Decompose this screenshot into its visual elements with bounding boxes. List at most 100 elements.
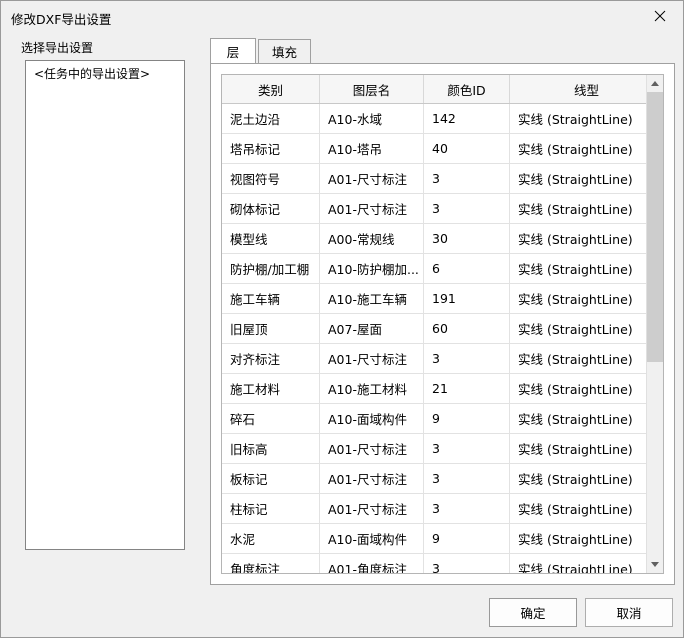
table-vertical-scrollbar[interactable]: [646, 75, 663, 573]
layer-mapping-grid: 类别 图层名 颜色ID 线型 泥土边沿 A10-水域 142 实线 (Straight…: [221, 74, 664, 574]
column-header-category[interactable]: 类别: [222, 75, 320, 104]
cell-line-type[interactable]: 实线 (StraightLine): [509, 163, 663, 194]
cell-line-type[interactable]: 实线 (StraightLine): [509, 523, 663, 554]
table-header-row: 类别 图层名 颜色ID 线型: [222, 75, 663, 104]
table-row[interactable]: 砌体标记 A01-尺寸标注 3 实线 (StraightLine): [222, 193, 663, 224]
cell-layer-name[interactable]: A01-尺寸标注: [319, 493, 424, 524]
table-row[interactable]: 柱标记 A01-尺寸标注 3 实线 (StraightLine): [222, 493, 663, 524]
cell-color-id[interactable]: 9: [423, 523, 510, 554]
table-row[interactable]: 水泥 A10-面域构件 9 实线 (StraightLine): [222, 523, 663, 554]
table-row[interactable]: 模型线 A00-常规线 30 实线 (StraightLine): [222, 223, 663, 254]
cell-color-id[interactable]: 3: [423, 343, 510, 374]
column-header-layer-name[interactable]: 图层名: [319, 75, 424, 104]
cell-category[interactable]: 旧屋顶: [222, 313, 320, 344]
cell-line-type[interactable]: 实线 (StraightLine): [509, 433, 663, 464]
cell-color-id[interactable]: 3: [423, 163, 510, 194]
export-settings-listbox[interactable]: <任务中的导出设置>: [25, 60, 185, 550]
cell-line-type[interactable]: 实线 (StraightLine): [509, 283, 663, 314]
cell-category[interactable]: 施工材料: [222, 373, 320, 404]
cell-color-id[interactable]: 3: [423, 193, 510, 224]
cell-line-type[interactable]: 实线 (StraightLine): [509, 463, 663, 494]
scroll-down-button[interactable]: [647, 556, 663, 573]
list-item[interactable]: <任务中的导出设置>: [26, 61, 184, 82]
table-row[interactable]: 防护棚/加工棚 A10-防护棚加... 6 实线 (StraightLine): [222, 253, 663, 284]
close-button[interactable]: [637, 1, 683, 31]
cell-category[interactable]: 泥土边沿: [222, 103, 320, 134]
table-row[interactable]: 碎石 A10-面域构件 9 实线 (StraightLine): [222, 403, 663, 434]
cell-layer-name[interactable]: A01-尺寸标注: [319, 343, 424, 374]
cell-layer-name[interactable]: A10-防护棚加...: [319, 253, 424, 284]
table-row[interactable]: 旧屋顶 A07-屋面 60 实线 (StraightLine): [222, 313, 663, 344]
cell-layer-name[interactable]: A10-塔吊: [319, 133, 424, 164]
cell-category[interactable]: 视图符号: [222, 163, 320, 194]
cell-line-type[interactable]: 实线 (StraightLine): [509, 223, 663, 254]
cell-layer-name[interactable]: A01-尺寸标注: [319, 193, 424, 224]
column-header-line-type[interactable]: 线型: [509, 75, 663, 104]
scrollbar-thumb[interactable]: [647, 92, 663, 362]
cell-category[interactable]: 柱标记: [222, 493, 320, 524]
cell-line-type[interactable]: 实线 (StraightLine): [509, 133, 663, 164]
cell-layer-name[interactable]: A01-尺寸标注: [319, 463, 424, 494]
cell-color-id[interactable]: 142: [423, 103, 510, 134]
scroll-up-button[interactable]: [647, 75, 663, 92]
tab-patterns[interactable]: 填充: [258, 39, 312, 64]
cell-category[interactable]: 旧标高: [222, 433, 320, 464]
cell-layer-name[interactable]: A10-施工材料: [319, 373, 424, 404]
cell-category[interactable]: 塔吊标记: [222, 133, 320, 164]
export-settings-group-frame: <任务中的导出设置>: [13, 48, 199, 581]
table-row[interactable]: 视图符号 A01-尺寸标注 3 实线 (StraightLine): [222, 163, 663, 194]
cell-layer-name[interactable]: A07-屋面: [319, 313, 424, 344]
cell-color-id[interactable]: 9: [423, 403, 510, 434]
column-header-color-id[interactable]: 颜色ID: [423, 75, 510, 104]
cell-color-id[interactable]: 6: [423, 253, 510, 284]
cell-color-id[interactable]: 3: [423, 553, 510, 573]
cell-line-type[interactable]: 实线 (StraightLine): [509, 343, 663, 374]
cell-line-type[interactable]: 实线 (StraightLine): [509, 553, 663, 573]
cell-color-id[interactable]: 30: [423, 223, 510, 254]
cell-line-type[interactable]: 实线 (StraightLine): [509, 493, 663, 524]
cell-layer-name[interactable]: A00-常规线: [319, 223, 424, 254]
cell-category[interactable]: 对齐标注: [222, 343, 320, 374]
cell-layer-name[interactable]: A10-施工车辆: [319, 283, 424, 314]
cell-color-id[interactable]: 191: [423, 283, 510, 314]
cell-category[interactable]: 模型线: [222, 223, 320, 254]
cell-line-type[interactable]: 实线 (StraightLine): [509, 103, 663, 134]
cell-line-type[interactable]: 实线 (StraightLine): [509, 253, 663, 284]
cancel-button[interactable]: 取消: [585, 598, 673, 627]
cell-layer-name[interactable]: A01-尺寸标注: [319, 163, 424, 194]
cell-category[interactable]: 水泥: [222, 523, 320, 554]
table-row[interactable]: 泥土边沿 A10-水域 142 实线 (StraightLine): [222, 103, 663, 134]
cell-color-id[interactable]: 21: [423, 373, 510, 404]
cell-category[interactable]: 防护棚/加工棚: [222, 253, 320, 284]
cell-color-id[interactable]: 3: [423, 463, 510, 494]
cell-layer-name[interactable]: A01-尺寸标注: [319, 433, 424, 464]
ok-button[interactable]: 确定: [489, 598, 577, 627]
table-row[interactable]: 旧标高 A01-尺寸标注 3 实线 (StraightLine): [222, 433, 663, 464]
cell-layer-name[interactable]: A10-面域构件: [319, 523, 424, 554]
cell-color-id[interactable]: 60: [423, 313, 510, 344]
cell-category[interactable]: 角度标注: [222, 553, 320, 573]
table-row[interactable]: 施工车辆 A10-施工车辆 191 实线 (StraightLine): [222, 283, 663, 314]
cell-category[interactable]: 碎石: [222, 403, 320, 434]
tab-panel-layers: 类别 图层名 颜色ID 线型 泥土边沿 A10-水域 142 实线 (Straight…: [210, 63, 675, 585]
cell-line-type[interactable]: 实线 (StraightLine): [509, 193, 663, 224]
tab-layers[interactable]: 层: [210, 38, 256, 64]
cell-line-type[interactable]: 实线 (StraightLine): [509, 373, 663, 404]
cell-category[interactable]: 施工车辆: [222, 283, 320, 314]
cell-layer-name[interactable]: A10-面域构件: [319, 403, 424, 434]
dialog-window: 修改DXF导出设置 选择导出设置 <任务中的导出设置> 层 填充 类别 图层名 …: [0, 0, 684, 638]
table-row[interactable]: 对齐标注 A01-尺寸标注 3 实线 (StraightLine): [222, 343, 663, 374]
table-row[interactable]: 板标记 A01-尺寸标注 3 实线 (StraightLine): [222, 463, 663, 494]
cell-color-id[interactable]: 3: [423, 493, 510, 524]
cell-category[interactable]: 板标记: [222, 463, 320, 494]
table-row[interactable]: 塔吊标记 A10-塔吊 40 实线 (StraightLine): [222, 133, 663, 164]
table-row[interactable]: 角度标注 A01-角度标注 3 实线 (StraightLine): [222, 553, 663, 573]
cell-layer-name[interactable]: A10-水域: [319, 103, 424, 134]
table-row[interactable]: 施工材料 A10-施工材料 21 实线 (StraightLine): [222, 373, 663, 404]
cell-color-id[interactable]: 40: [423, 133, 510, 164]
cell-line-type[interactable]: 实线 (StraightLine): [509, 313, 663, 344]
cell-line-type[interactable]: 实线 (StraightLine): [509, 403, 663, 434]
cell-layer-name[interactable]: A01-角度标注: [319, 553, 424, 573]
cell-category[interactable]: 砌体标记: [222, 193, 320, 224]
cell-color-id[interactable]: 3: [423, 433, 510, 464]
